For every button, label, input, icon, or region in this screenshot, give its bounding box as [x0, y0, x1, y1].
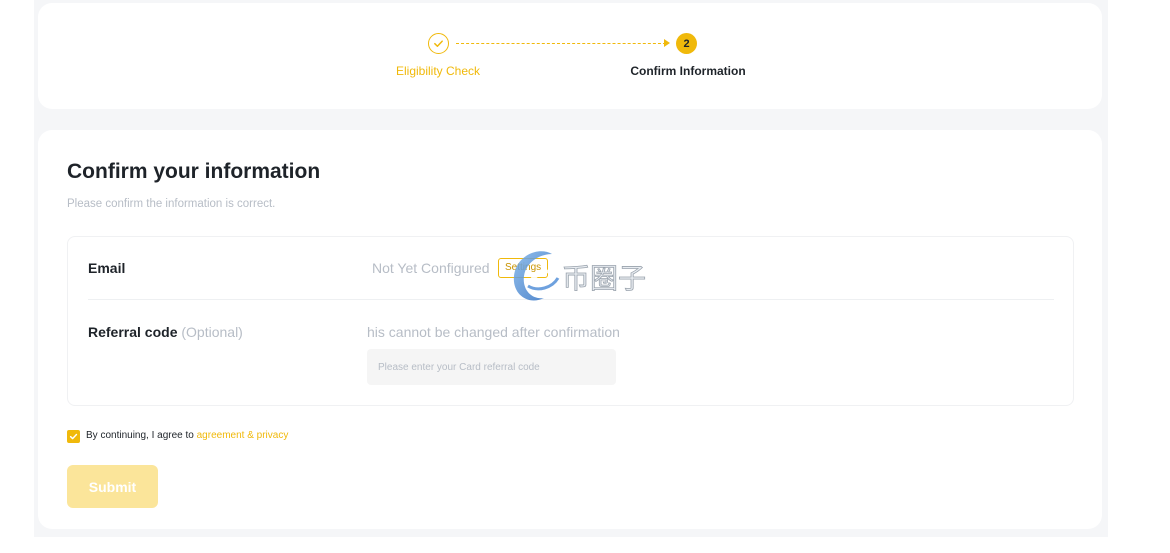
submit-button[interactable]: Submit	[67, 465, 158, 508]
page-title: Confirm your information	[67, 160, 321, 183]
referral-label-text: Referral code	[88, 324, 178, 340]
page-subtitle: Please confirm the information is correc…	[67, 198, 276, 210]
step1-check-icon	[428, 33, 449, 54]
step-connector-line	[456, 43, 666, 44]
referral-optional-text: (Optional)	[181, 324, 243, 340]
step-arrow-icon	[664, 39, 670, 47]
step2-label: Confirm Information	[630, 64, 746, 78]
agreement-prefix: By continuing, I agree to	[86, 430, 197, 441]
referral-label: Referral code (Optional)	[88, 324, 243, 340]
email-value: Not Yet Configured	[372, 260, 490, 276]
referral-note: his cannot be changed after confirmation	[367, 324, 620, 340]
row-divider	[88, 299, 1054, 300]
email-settings-button[interactable]: Settings	[498, 258, 549, 278]
step1-label: Eligibility Check	[395, 64, 481, 78]
agreement-text: By continuing, I agree to agreement & pr…	[86, 430, 288, 441]
checkmark-icon	[69, 433, 78, 440]
stepper-card	[38, 3, 1102, 109]
agreement-privacy-link[interactable]: agreement & privacy	[197, 430, 289, 441]
email-label: Email	[88, 260, 126, 276]
step2-number-badge: 2	[676, 33, 697, 54]
agreement-checkbox[interactable]	[67, 430, 80, 443]
referral-code-input[interactable]	[367, 349, 616, 385]
